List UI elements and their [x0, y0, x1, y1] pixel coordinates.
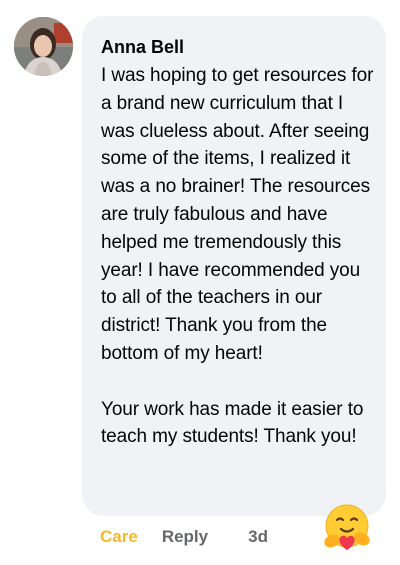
- care-reaction-button[interactable]: Care: [100, 527, 138, 547]
- reply-button[interactable]: Reply: [162, 527, 208, 547]
- comment-actions: Care Reply 3d: [100, 526, 268, 548]
- avatar-photo: [14, 17, 73, 76]
- comment-text: I was hoping to get resources for a bran…: [101, 65, 374, 448]
- timestamp[interactable]: 3d: [248, 527, 268, 547]
- comment-bubble: Anna Bell I was hoping to get resources …: [82, 16, 386, 516]
- avatar[interactable]: [14, 17, 73, 76]
- care-hug-emoji-icon[interactable]: [320, 503, 374, 553]
- comment-card: Anna Bell I was hoping to get resources …: [0, 0, 400, 565]
- author-name[interactable]: Anna Bell: [101, 36, 374, 58]
